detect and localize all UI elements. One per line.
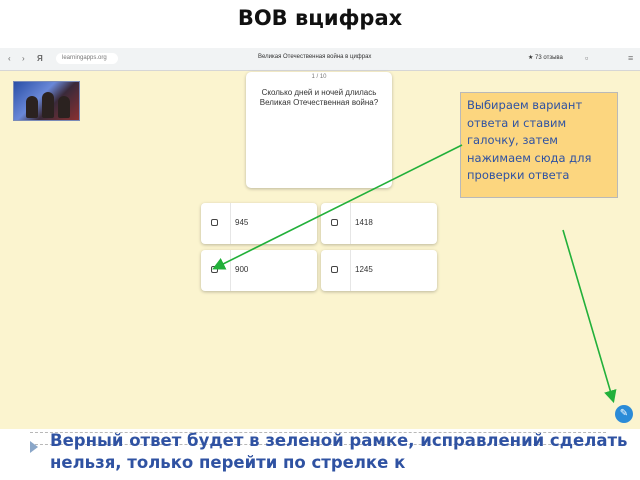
bottom-instruction: Верный ответ будет в зеленой рамке, испр… — [50, 431, 628, 472]
divider — [350, 203, 351, 244]
bullet-icon — [30, 441, 38, 453]
reviews-badge[interactable]: ★ 73 отзыва — [528, 54, 563, 61]
answer-option[interactable]: 900 — [201, 250, 317, 291]
checkbox[interactable] — [211, 219, 218, 226]
slide-title: ВОВ вцифрах — [237, 6, 403, 30]
lock-icon: ▫ — [585, 53, 589, 63]
forward-icon[interactable]: › — [22, 54, 25, 63]
answer-option[interactable]: 1245 — [321, 250, 437, 291]
divider — [230, 203, 231, 244]
address-bar[interactable]: learningapps.org — [56, 53, 118, 64]
checkbox[interactable] — [331, 219, 338, 226]
check-answer-icon[interactable]: ✎ — [615, 405, 633, 423]
answer-option[interactable]: 945 — [201, 203, 317, 244]
answer-value: 1245 — [355, 265, 373, 274]
question-counter: 1 / 10 — [311, 74, 327, 80]
browser-toolbar: ‹ › Я learningapps.org Великая Отечестве… — [0, 48, 640, 71]
answer-value: 1418 — [355, 218, 373, 227]
answer-value: 900 — [235, 265, 249, 274]
menu-icon[interactable]: ≡ — [628, 53, 633, 63]
question-card: 1 / 10 Сколько дней и ночей длилась Вели… — [246, 72, 392, 188]
answer-value: 945 — [235, 218, 249, 227]
page-tab-title: Великая Отечественная война в цифрах — [258, 54, 372, 60]
question-text: Сколько дней и ночей длилась Великая Оте… — [259, 88, 379, 107]
answer-option[interactable]: 1418 — [321, 203, 437, 244]
checkbox[interactable] — [211, 266, 218, 273]
divider — [350, 250, 351, 291]
instruction-callout: Выбираем вариант ответа и ставим галочку… — [460, 92, 618, 198]
back-icon[interactable]: ‹ — [8, 54, 11, 63]
divider — [230, 250, 231, 291]
yandex-icon[interactable]: Я — [37, 54, 43, 63]
app-thumbnail — [13, 81, 80, 121]
checkbox[interactable] — [331, 266, 338, 273]
